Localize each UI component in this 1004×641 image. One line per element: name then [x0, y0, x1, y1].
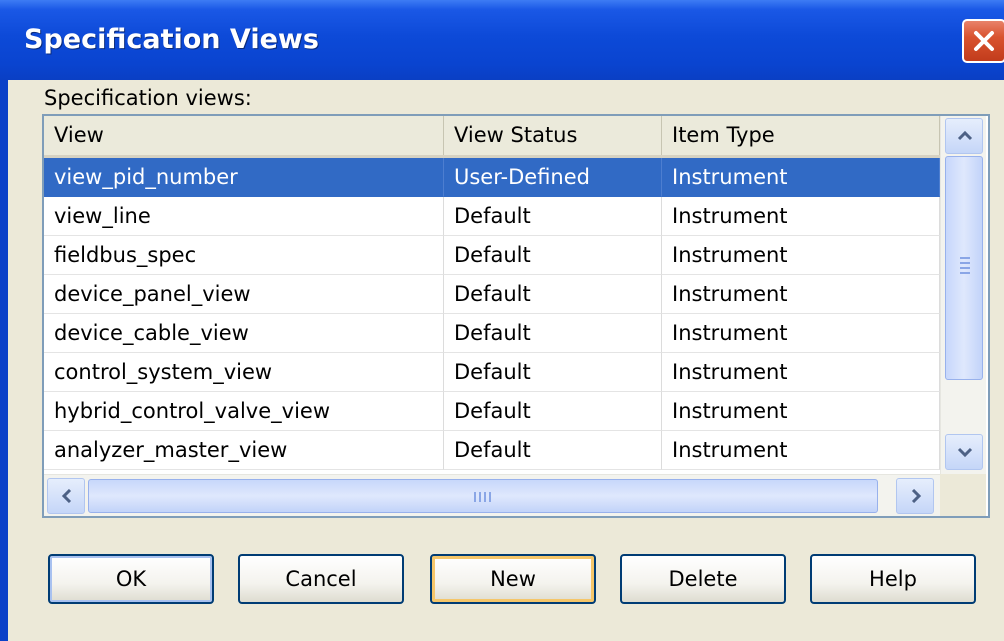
cell-view-status: Default [444, 314, 662, 353]
horizontal-scroll-thumb[interactable] [88, 479, 878, 513]
chevron-left-icon [61, 489, 72, 503]
close-button[interactable] [962, 19, 1004, 63]
vertical-scroll-thumb[interactable] [945, 156, 983, 380]
table-row[interactable]: control_system_view Default Instrument [44, 353, 940, 392]
vertical-scrollbar[interactable] [940, 116, 986, 474]
cancel-button[interactable]: Cancel [238, 554, 404, 604]
cell-view-status: User-Defined [444, 158, 662, 197]
scroll-left-button[interactable] [47, 478, 85, 514]
table-row[interactable]: device_cable_view Default Instrument [44, 314, 940, 353]
scroll-up-button[interactable] [945, 118, 983, 154]
new-button[interactable]: New [430, 554, 596, 604]
table-row[interactable]: view_line Default Instrument [44, 197, 940, 236]
cell-item-type: Instrument [662, 158, 940, 197]
cell-item-type: Instrument [662, 314, 940, 353]
cell-view: hybrid_control_valve_view [44, 392, 444, 431]
window-title: Specification Views [24, 24, 319, 55]
cell-view: analyzer_master_view [44, 431, 444, 470]
cell-item-type: Instrument [662, 275, 940, 314]
chevron-right-icon [911, 489, 922, 503]
cell-view-status: Default [444, 392, 662, 431]
table-row[interactable]: device_panel_view Default Instrument [44, 275, 940, 314]
table-row[interactable]: analyzer_master_view Default Instrument [44, 431, 940, 470]
cell-view-status: Default [444, 431, 662, 470]
cell-view-status: Default [444, 197, 662, 236]
cell-view: view_line [44, 197, 444, 236]
cell-item-type: Instrument [662, 431, 940, 470]
scrollbar-corner [940, 474, 986, 516]
cell-view-status: Default [444, 353, 662, 392]
cell-view-status: Default [444, 275, 662, 314]
cell-view: device_panel_view [44, 275, 444, 314]
column-header-view[interactable]: View [44, 116, 444, 155]
scroll-down-button[interactable] [945, 434, 983, 470]
table-row[interactable]: hybrid_control_valve_view Default Instru… [44, 392, 940, 431]
cell-view: fieldbus_spec [44, 236, 444, 275]
list-header: View View Status Item Type [44, 116, 940, 158]
specification-views-list[interactable]: View View Status Item Type view_pid_numb… [42, 114, 990, 518]
column-header-item-type[interactable]: Item Type [662, 116, 940, 155]
cell-view: view_pid_number [44, 158, 444, 197]
cell-view: device_cable_view [44, 314, 444, 353]
dialog-window: Specification Views Specification views:… [0, 0, 1004, 641]
column-header-view-status[interactable]: View Status [444, 116, 662, 155]
list-caption: Specification views: [44, 86, 252, 110]
horizontal-scrollbar[interactable] [44, 474, 940, 516]
cell-view-status: Default [444, 236, 662, 275]
dialog-client-area: Specification views: View View Status It… [8, 80, 1004, 641]
cell-view: control_system_view [44, 353, 444, 392]
delete-button[interactable]: Delete [620, 554, 786, 604]
chevron-up-icon [957, 130, 973, 141]
close-icon [974, 31, 994, 51]
ok-button[interactable]: OK [48, 554, 214, 604]
cell-item-type: Instrument [662, 197, 940, 236]
title-bar[interactable]: Specification Views [0, 0, 1004, 80]
help-button[interactable]: Help [810, 554, 976, 604]
cell-item-type: Instrument [662, 353, 940, 392]
table-row-selected[interactable]: view_pid_number User-Defined Instrument [44, 158, 940, 197]
table-row[interactable]: fieldbus_spec Default Instrument [44, 236, 940, 275]
cell-item-type: Instrument [662, 392, 940, 431]
cell-item-type: Instrument [662, 236, 940, 275]
chevron-down-icon [957, 447, 973, 458]
scroll-right-button[interactable] [896, 478, 934, 514]
